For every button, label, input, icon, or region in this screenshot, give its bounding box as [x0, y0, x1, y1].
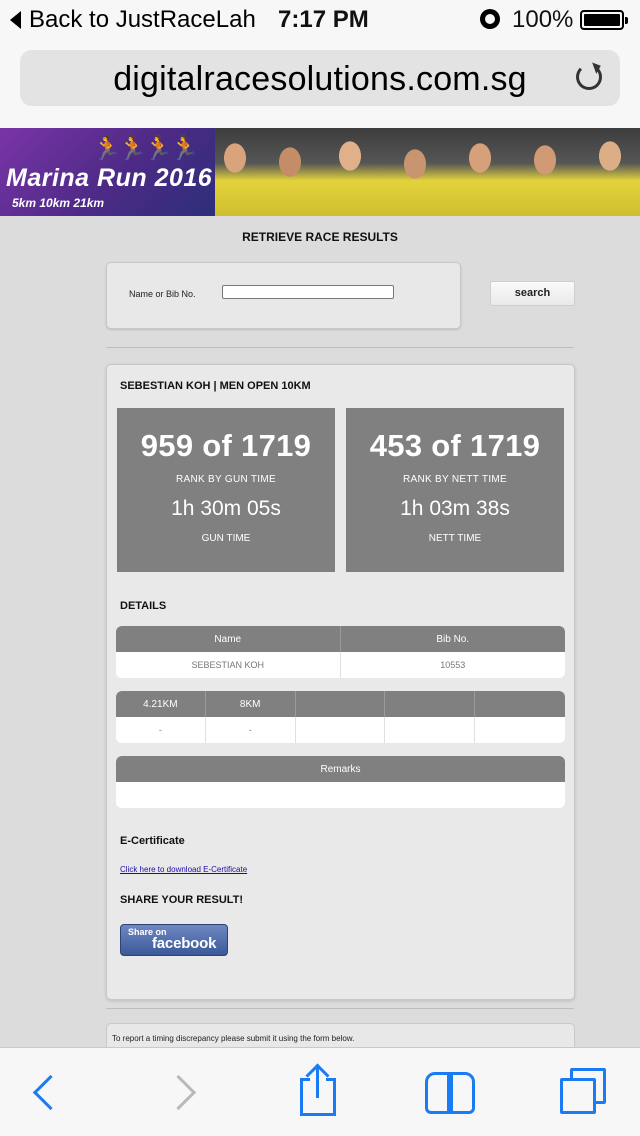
table-cell — [385, 717, 476, 743]
table-header-cell — [385, 691, 476, 717]
address-bar[interactable]: digitalracesolutions.com.sg — [20, 50, 620, 106]
table-header-cell: Remarks — [320, 763, 361, 775]
browser-chrome: digitalracesolutions.com.sg — [0, 40, 640, 128]
table-row: SEBESTIAN KOH 10553 — [116, 652, 565, 678]
table-cell — [296, 717, 386, 743]
table-header-row: Name Bib No. — [116, 626, 565, 652]
table-header-row: Remarks — [116, 756, 565, 782]
table-header-cell: 8KM — [206, 691, 296, 717]
url-text: digitalracesolutions.com.sg — [113, 60, 527, 98]
forward-arrow-icon[interactable] — [166, 1048, 196, 1136]
table-header-cell: 4.21KM — [116, 691, 206, 717]
nett-time: 1h 03m 38s — [400, 497, 510, 520]
table-row — [116, 782, 565, 808]
search-panel: Name or Bib No. — [106, 262, 461, 329]
details-table: Name Bib No. SEBESTIAN KOH 10553 — [116, 626, 565, 678]
gun-rank-box: 959 of 1719 RANK BY GUN TIME 1h 30m 05s … — [117, 408, 335, 572]
banner-subtitle: 5km 10km 21km — [12, 196, 105, 210]
gun-time: 1h 30m 05s — [171, 497, 281, 520]
tabs-icon[interactable] — [558, 1048, 608, 1136]
back-to-app-label: Back to JustRaceLah — [29, 6, 256, 33]
table-cell: SEBESTIAN KOH — [116, 652, 341, 678]
gun-rank: 959 of 1719 — [140, 428, 312, 463]
bookmarks-icon[interactable] — [425, 1048, 477, 1136]
page-title: RETRIEVE RACE RESULTS — [242, 230, 398, 244]
splits-table: 4.21KM 8KM - - — [116, 691, 565, 743]
table-header-cell: Name — [116, 626, 341, 652]
runner-heading: SEBESTIAN KOH | MEN OPEN 10KM — [120, 380, 311, 392]
table-cell — [116, 782, 565, 808]
back-arrow-icon[interactable] — [28, 1048, 58, 1136]
status-time: 7:17 PM — [278, 6, 369, 33]
battery-icon — [580, 10, 628, 30]
divider — [106, 347, 574, 348]
ecert-download-link[interactable]: Click here to download E-Certificate — [120, 865, 247, 874]
share-heading: SHARE YOUR RESULT! — [120, 894, 244, 906]
details-heading: DETAILS — [120, 600, 167, 612]
table-header-cell — [296, 691, 386, 717]
share-icon[interactable] — [298, 1048, 338, 1136]
gun-rank-label: RANK BY GUN TIME — [175, 474, 276, 485]
nett-rank: 453 of 1719 — [369, 428, 541, 463]
nett-rank-label: RANK BY NETT TIME — [402, 474, 507, 485]
status-bar: Back to JustRaceLah 7:17 PM 100% — [0, 0, 640, 40]
table-header-cell — [475, 691, 565, 717]
ecert-heading: E-Certificate — [120, 835, 185, 847]
search-label: Name or Bib No. — [129, 289, 196, 299]
banner-title: Marina Run 2016 — [6, 164, 213, 192]
alarm-icon — [480, 9, 500, 29]
search-button[interactable]: search — [490, 281, 575, 306]
divider — [106, 1008, 574, 1009]
search-input[interactable] — [222, 285, 394, 299]
reload-icon[interactable] — [576, 64, 602, 90]
gun-time-label: GUN TIME — [201, 533, 251, 544]
crowd-photo — [215, 128, 640, 216]
table-row: - - — [116, 717, 565, 743]
browser-toolbar — [0, 1047, 640, 1136]
result-card: SEBESTIAN KOH | MEN OPEN 10KM 959 of 171… — [106, 364, 575, 1000]
back-triangle-icon — [10, 11, 21, 29]
table-cell: - — [206, 717, 296, 743]
table-cell — [475, 717, 565, 743]
report-text: To report a timing discrepancy please su… — [112, 1034, 355, 1043]
remarks-table: Remarks — [116, 756, 565, 808]
facebook-share-button[interactable]: Share on facebook — [120, 924, 228, 956]
runners-silhouette-icon: 🏃🏃🏃🏃 — [92, 135, 200, 162]
table-header-cell: Bib No. — [436, 633, 470, 645]
back-to-app-link[interactable]: Back to JustRaceLah — [10, 6, 256, 34]
nett-rank-box: 453 of 1719 RANK BY NETT TIME 1h 03m 38s… — [346, 408, 564, 572]
table-header-row: 4.21KM 8KM — [116, 691, 565, 717]
battery-percent: 100% — [512, 6, 574, 33]
table-cell: 10553 — [440, 660, 466, 670]
banner-logo-panel: 🏃🏃🏃🏃 Marina Run 2016 5km 10km 21km — [0, 128, 215, 216]
nett-time-label: NETT TIME — [428, 533, 482, 544]
table-cell: - — [116, 717, 206, 743]
facebook-wordmark: facebook — [152, 935, 217, 952]
race-banner: 🏃🏃🏃🏃 Marina Run 2016 5km 10km 21km — [0, 128, 640, 216]
